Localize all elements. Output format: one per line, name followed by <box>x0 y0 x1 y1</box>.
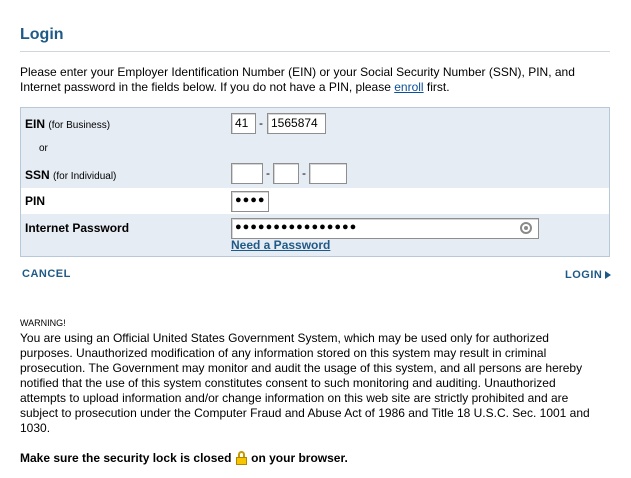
ssn-row: SSN (for Individual) - - <box>21 160 609 188</box>
ein-sublabel: (for Business) <box>48 120 110 131</box>
ein-separator: - <box>259 116 263 130</box>
login-form: EIN (for Business) 41 - 1565874 or SSN (… <box>20 107 610 257</box>
password-label: Internet Password <box>25 221 129 235</box>
ssn-label: SSN (for Individual) <box>25 168 116 182</box>
login-button[interactable]: LOGIN <box>565 269 611 281</box>
ssn-part2-input[interactable] <box>273 163 299 184</box>
arrow-right-icon <box>605 271 611 279</box>
ssn-separator-2: - <box>302 166 306 180</box>
cancel-button[interactable]: CANCEL <box>22 268 71 280</box>
padlock-icon <box>236 451 247 465</box>
or-text: or <box>39 143 48 154</box>
warning-heading: WARNING! <box>20 318 66 328</box>
enroll-link[interactable]: enroll <box>394 80 423 94</box>
ssn-part3-input[interactable] <box>309 163 347 184</box>
warning-text: You are using an Official United States … <box>20 331 590 436</box>
lock-note-before: Make sure the security lock is closed <box>20 451 231 465</box>
ein-part1-input[interactable]: 41 <box>231 113 256 134</box>
lock-note-after: on your browser. <box>251 451 348 465</box>
ssn-part1-input[interactable] <box>231 163 263 184</box>
intro-text-after: first. <box>424 80 450 94</box>
pin-row: PIN ●●●● <box>21 188 609 214</box>
eye-icon[interactable] <box>520 222 532 234</box>
ssn-sublabel: (for Individual) <box>53 171 116 182</box>
password-value: ●●●●●●●●●●●●●●●● <box>235 221 357 233</box>
login-button-label: LOGIN <box>565 269 602 281</box>
intro-text-before: Please enter your Employer Identificatio… <box>20 65 575 94</box>
security-lock-note: Make sure the security lock is closed on… <box>20 451 348 465</box>
pin-label: PIN <box>25 194 45 208</box>
password-input[interactable]: ●●●●●●●●●●●●●●●● <box>231 218 539 239</box>
ein-part2-input[interactable]: 1565874 <box>267 113 326 134</box>
pin-input[interactable]: ●●●● <box>231 191 269 212</box>
ssn-label-text: SSN <box>25 168 50 182</box>
page-title: Login <box>20 26 64 44</box>
ein-label-text: EIN <box>25 117 45 131</box>
ein-label: EIN (for Business) <box>25 117 110 131</box>
intro-text: Please enter your Employer Identificatio… <box>20 65 610 95</box>
need-password-link[interactable]: Need a Password <box>231 238 330 252</box>
ssn-separator-1: - <box>266 166 270 180</box>
title-divider <box>20 51 610 52</box>
